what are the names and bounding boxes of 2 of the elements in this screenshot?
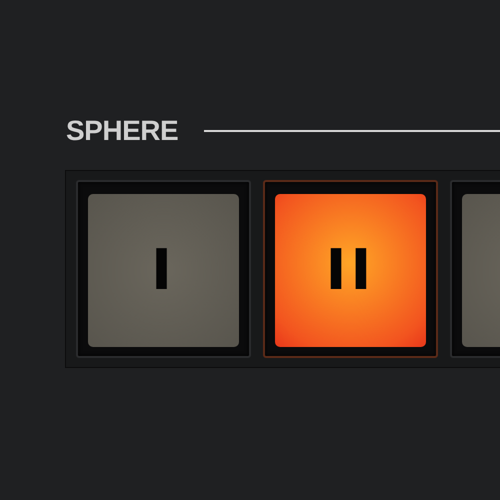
pad-button[interactable]: II [263, 180, 438, 358]
section-title: SPHERE [66, 115, 178, 147]
